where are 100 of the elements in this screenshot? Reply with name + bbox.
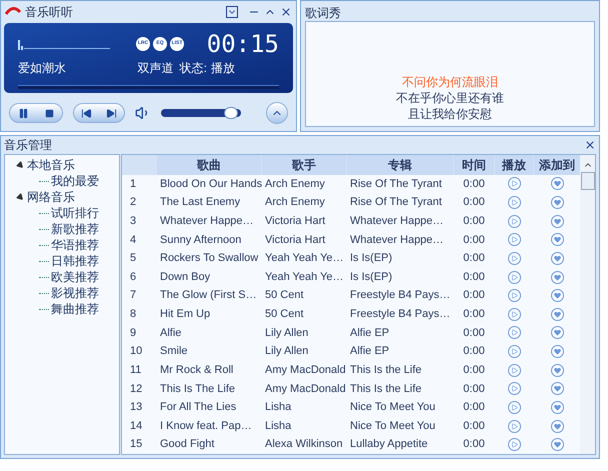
play-icon[interactable] [508, 400, 520, 414]
close-icon[interactable] [280, 6, 292, 18]
heart-icon[interactable] [550, 364, 564, 377]
volume-slider[interactable] [161, 109, 241, 117]
table-cell-text: 0:00 [462, 326, 486, 341]
heart-icon[interactable] [550, 289, 564, 302]
play-icon[interactable] [508, 438, 520, 452]
table-cell-text: Lily Allen [264, 344, 310, 360]
column-header[interactable]: 播放 [495, 155, 533, 175]
table-cell-text: 9 [129, 326, 138, 341]
table-cell-text: Whatever Happe… [349, 214, 445, 229]
play-icon[interactable] [508, 196, 520, 210]
table-cell-text: Blood On Our Hands [159, 176, 261, 192]
play-icon[interactable] [508, 420, 520, 433]
table-cell-text: Down Boy [159, 270, 212, 285]
table-cell-text: Sunny Afternoon [159, 232, 242, 248]
table-cell-text: Whatever Happe… [349, 232, 445, 248]
tree-item[interactable]: 影视推荐 [51, 284, 99, 302]
table-cell-text: Victoria Hart [264, 232, 326, 248]
table-cell-text: 7 [129, 288, 138, 304]
heart-icon[interactable] [550, 345, 564, 358]
heart-icon[interactable] [550, 196, 564, 210]
heart-icon[interactable] [550, 233, 564, 246]
table-cell-text: Arch Enemy [264, 195, 326, 210]
table-cell-text: Good Fight [159, 437, 216, 452]
dropdown-icon[interactable] [226, 6, 238, 18]
progress-track[interactable] [18, 85, 279, 89]
lyric-line: 不问你为何流眼泪 [402, 74, 498, 90]
column-header[interactable]: 添加到 [534, 155, 580, 175]
table-cell-text: Rockers To Swallow [159, 251, 260, 266]
play-icon[interactable] [508, 214, 520, 228]
channel-label: 双声道 [138, 60, 174, 77]
heart-icon[interactable] [550, 438, 564, 452]
table-cell-text: Hit Em Up [159, 307, 212, 322]
tree-item[interactable]: 试听排行 [51, 204, 99, 222]
table-cell-text: Alfie EP [349, 326, 390, 341]
table-cell-text: 10 [129, 344, 144, 360]
table-cell-text: Nice To Meet You [349, 400, 436, 416]
pause-icon [18, 108, 28, 118]
play-icon[interactable] [508, 382, 520, 396]
tree-item[interactable]: 我的最爱 [51, 172, 99, 190]
tree-item[interactable]: 本地音乐 [27, 156, 75, 174]
eject-button[interactable] [266, 102, 288, 124]
tree-item[interactable]: 欧美推荐 [51, 268, 99, 286]
table-cell-text: Mr Rock & Roll [159, 362, 234, 378]
column-header[interactable]: 歌手 [262, 155, 346, 175]
play-icon[interactable] [508, 289, 520, 302]
table-cell-text: Amy MacDonald [264, 382, 346, 397]
heart-icon[interactable] [550, 308, 564, 321]
table-cell-text: Alfie EP [349, 344, 390, 360]
lyric-line: 不在乎你心里还有谁 [396, 90, 504, 106]
volume-thumb[interactable] [224, 107, 238, 119]
table-cell-text: This Is The Life [159, 382, 236, 397]
table-cell-text: 0:00 [462, 382, 486, 397]
column-header[interactable]: 专辑 [347, 155, 453, 175]
table-cell-text: 6 [129, 270, 138, 285]
table-cell-text: Freestyle B4 Pays… [349, 307, 452, 322]
expander-icon[interactable] [16, 192, 26, 202]
table-cell-text: 50 Cent [264, 288, 305, 304]
table-cell-text: This Is the Life [349, 362, 423, 378]
play-icon[interactable] [508, 233, 520, 246]
table-cell-text: 0:00 [462, 214, 486, 229]
tree-item[interactable]: 日韩推荐 [51, 252, 99, 270]
tree-item[interactable]: 网络音乐 [27, 188, 75, 206]
status-label: 状态: [180, 60, 207, 77]
table-cell-text: 0:00 [462, 288, 486, 304]
expander-icon[interactable] [16, 160, 26, 170]
play-icon[interactable] [508, 177, 520, 190]
heart-icon[interactable] [550, 270, 564, 284]
table-cell-text: 8 [129, 307, 138, 322]
table-cell-text: 15 [129, 437, 144, 452]
logo-icon [5, 6, 21, 18]
table-cell-text: 0:00 [462, 232, 486, 248]
tree-item[interactable]: 华语推荐 [51, 236, 99, 254]
tree-item[interactable]: 舞曲推荐 [51, 300, 99, 318]
lyric-line: 且让我给你安慰 [408, 106, 492, 122]
heart-icon[interactable] [550, 382, 564, 396]
previous-icon [81, 108, 92, 118]
close-icon[interactable] [584, 139, 596, 151]
play-icon[interactable] [508, 308, 520, 321]
column-header[interactable]: 时间 [454, 155, 494, 175]
scroll-thumb[interactable] [580, 172, 594, 190]
column-header[interactable]: 歌曲 [157, 155, 261, 175]
table-cell-text: 0:00 [462, 195, 486, 210]
table-cell-text: 12 [129, 382, 144, 397]
play-icon[interactable] [508, 326, 520, 340]
table-cell-text: 13 [129, 400, 144, 416]
play-icon[interactable] [508, 345, 520, 358]
play-icon[interactable] [508, 364, 520, 377]
heart-icon[interactable] [550, 420, 564, 433]
song-title: 爱如潮水 [18, 60, 66, 77]
table-cell-text: 11 [129, 362, 142, 378]
play-icon[interactable] [508, 252, 520, 265]
play-icon[interactable] [508, 270, 520, 284]
heart-icon[interactable] [550, 214, 564, 228]
table-cell-text: 0:00 [462, 307, 486, 322]
table-cell-text: Nice To Meet You [349, 418, 436, 434]
scrollbar[interactable] [580, 155, 595, 454]
tree-item[interactable]: 新歌推荐 [51, 220, 99, 238]
table-cell-text: Lisha [264, 400, 292, 416]
